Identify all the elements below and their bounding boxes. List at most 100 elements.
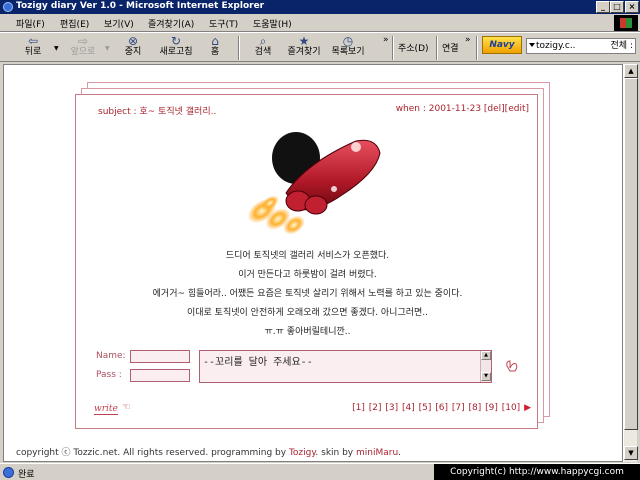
comment-placeholder: --꼬리를 달아 주세요-- xyxy=(203,357,313,368)
author-link[interactable]: Tozigy xyxy=(289,448,315,458)
stop-button[interactable]: ⊗ 중지 xyxy=(118,35,148,61)
scroll-down-icon[interactable]: ▼ xyxy=(481,372,491,381)
password-input[interactable] xyxy=(130,369,190,382)
footer-text: . xyxy=(398,448,402,458)
post-line: 드디어 토직넷의 갤러리 서비스가 오픈했다. xyxy=(225,251,390,261)
post-line: ㅠ.ㅠ 좋아버릴테니깐.. xyxy=(264,327,351,337)
diary-card: subject : 호~ 토직넷 갤러리.. when : 2001-11-23… xyxy=(75,94,538,429)
scroll-thumb[interactable] xyxy=(624,78,638,430)
navy-logo[interactable]: Navy xyxy=(482,36,522,54)
page-link[interactable]: [8] xyxy=(468,403,481,413)
stop-icon: ⊗ xyxy=(127,34,139,48)
page-done-icon xyxy=(3,467,14,478)
links-more-chevron[interactable]: » xyxy=(465,35,471,45)
addon-scope-label: 전체 : xyxy=(610,41,633,51)
dropdown-icon xyxy=(529,43,535,47)
watermark: Copyright(c) http://www.happycgi.com xyxy=(434,464,640,480)
maximize-button[interactable]: □ xyxy=(610,1,624,13)
minimize-button[interactable]: _ xyxy=(596,1,610,13)
forward-arrow-icon: ⇨ xyxy=(77,34,89,48)
scroll-up-icon[interactable]: ▲ xyxy=(481,351,491,360)
post-line: 에거거~ 힘들어라.. 어쨌든 요즘은 토직넷 살리기 위해서 노력를 하고 있… xyxy=(152,289,463,299)
forward-label: 앞으로 xyxy=(70,47,96,57)
links-label[interactable]: 연결 xyxy=(442,41,459,54)
next-page-icon[interactable]: ▶ xyxy=(524,403,531,413)
menu-bar: 파일(F) 편집(E) 보기(V) 즐겨찾기(A) 도구(T) 도움말(H) xyxy=(0,14,640,32)
menu-tools[interactable]: 도구(T) xyxy=(209,17,238,30)
favorites-button[interactable]: ★ 즐겨찾기 xyxy=(282,35,326,61)
toolbar-separator xyxy=(392,36,394,60)
comment-textarea[interactable]: --꼬리를 달아 주세요-- ▲ ▼ xyxy=(199,350,492,383)
page-link[interactable]: [4] xyxy=(402,403,415,413)
back-arrow-icon: ⇦ xyxy=(27,34,39,48)
search-label: 검색 xyxy=(254,47,272,57)
back-label: 뒤로 xyxy=(24,47,42,57)
post-subject: subject : 호~ 토직넷 갤러리.. xyxy=(98,107,217,117)
history-button[interactable]: ◷ 목록보기 xyxy=(326,35,370,61)
name-input[interactable] xyxy=(130,350,190,363)
footer-text: copyright ⓒ Tozzic.net. All rights reser… xyxy=(16,448,289,458)
refresh-label: 새로고침 xyxy=(159,47,193,57)
close-button[interactable]: × xyxy=(625,1,639,13)
addon-search-value: tozigy.c.. xyxy=(536,41,576,51)
status-text: 완료 xyxy=(18,470,35,480)
footer-text: . skin by xyxy=(315,448,356,458)
write-button[interactable]: write xyxy=(94,404,118,415)
home-button[interactable]: ⌂ 홈 xyxy=(203,35,227,61)
hand-pointer-icon: ☜ xyxy=(122,402,131,413)
toolbar-separator xyxy=(476,36,478,60)
menu-view[interactable]: 보기(V) xyxy=(104,17,134,30)
page-link[interactable]: [6] xyxy=(435,403,448,413)
pass-label: Pass : xyxy=(96,370,122,380)
page-link[interactable]: [7] xyxy=(452,403,465,413)
toolbar-separator xyxy=(238,36,240,60)
menu-edit[interactable]: 편집(E) xyxy=(60,17,89,30)
skin-author-link[interactable]: miniMaru xyxy=(356,448,398,458)
back-dropdown-icon[interactable]: ▼ xyxy=(54,45,59,52)
forward-button[interactable]: ⇨ 앞으로 xyxy=(64,35,102,61)
refresh-button[interactable]: ↻ 새로고침 xyxy=(156,35,196,61)
refresh-icon: ↻ xyxy=(170,34,182,48)
toolbar-more-chevron[interactable]: » xyxy=(383,35,389,45)
menu-file[interactable]: 파일(F) xyxy=(16,17,45,30)
page-viewport: subject : 호~ 토직넷 갤러리.. when : 2001-11-23… xyxy=(3,64,623,462)
history-icon: ◷ xyxy=(342,34,354,48)
footer-copyright: copyright ⓒ Tozzic.net. All rights reser… xyxy=(16,445,401,458)
home-label: 홈 xyxy=(210,47,220,57)
scroll-down-icon[interactable]: ▼ xyxy=(624,446,638,460)
address-label[interactable]: 주소(D) xyxy=(398,41,429,54)
stop-label: 중지 xyxy=(124,47,142,57)
addon-search-input[interactable]: tozigy.c.. 전체 : xyxy=(526,38,636,54)
page-link[interactable]: [2] xyxy=(369,403,382,413)
page-scrollbar[interactable]: ▲ ▼ xyxy=(623,64,638,462)
submit-comment-icon[interactable] xyxy=(504,357,520,373)
search-icon: ⌕ xyxy=(259,34,267,48)
title-bar: Tozigy diary Ver 1.0 - Microsoft Interne… xyxy=(0,0,640,14)
forward-dropdown-icon[interactable]: ▼ xyxy=(105,45,110,52)
pagination: [1] [2] [3] [4] [5] [6] [7] [8] [9] [10]… xyxy=(351,403,531,413)
scroll-up-icon[interactable]: ▲ xyxy=(624,64,638,78)
menu-help[interactable]: 도움말(H) xyxy=(253,17,292,30)
page-link[interactable]: [5] xyxy=(419,403,432,413)
menu-favorites[interactable]: 즐겨찾기(A) xyxy=(148,17,194,30)
page-link[interactable]: [10] xyxy=(502,403,520,413)
page-link[interactable]: [9] xyxy=(485,403,498,413)
search-button[interactable]: ⌕ 검색 xyxy=(248,35,278,61)
toolbar-separator xyxy=(436,36,438,60)
history-label: 목록보기 xyxy=(331,47,365,57)
windows-logo xyxy=(614,15,638,31)
back-button[interactable]: ⇦ 뒤로 xyxy=(18,35,48,61)
page-link[interactable]: [1] xyxy=(352,403,365,413)
favorites-label: 즐겨찾기 xyxy=(287,47,321,57)
post-line: 이거 만든다고 하룻밤이 걸려 버렸다. xyxy=(238,270,377,280)
ie-icon xyxy=(3,2,13,12)
window-title: Tozigy diary Ver 1.0 - Microsoft Interne… xyxy=(16,1,265,11)
home-icon: ⌂ xyxy=(211,34,219,48)
post-line: 이대로 토직넷이 안전하게 오래오래 갔으면 좋겠다. 아니그러면.. xyxy=(186,308,429,318)
post-date-actions[interactable]: when : 2001-11-23 [del][edit] xyxy=(396,104,529,114)
comment-scrollbar[interactable]: ▲ ▼ xyxy=(480,351,491,382)
favorites-icon: ★ xyxy=(298,34,310,48)
post-body: 드디어 토직넷의 갤러리 서비스가 오픈했다. 이거 만든다고 하룻밤이 걸려 … xyxy=(76,247,539,342)
rocket-character-image xyxy=(247,132,381,235)
page-link[interactable]: [3] xyxy=(385,403,398,413)
